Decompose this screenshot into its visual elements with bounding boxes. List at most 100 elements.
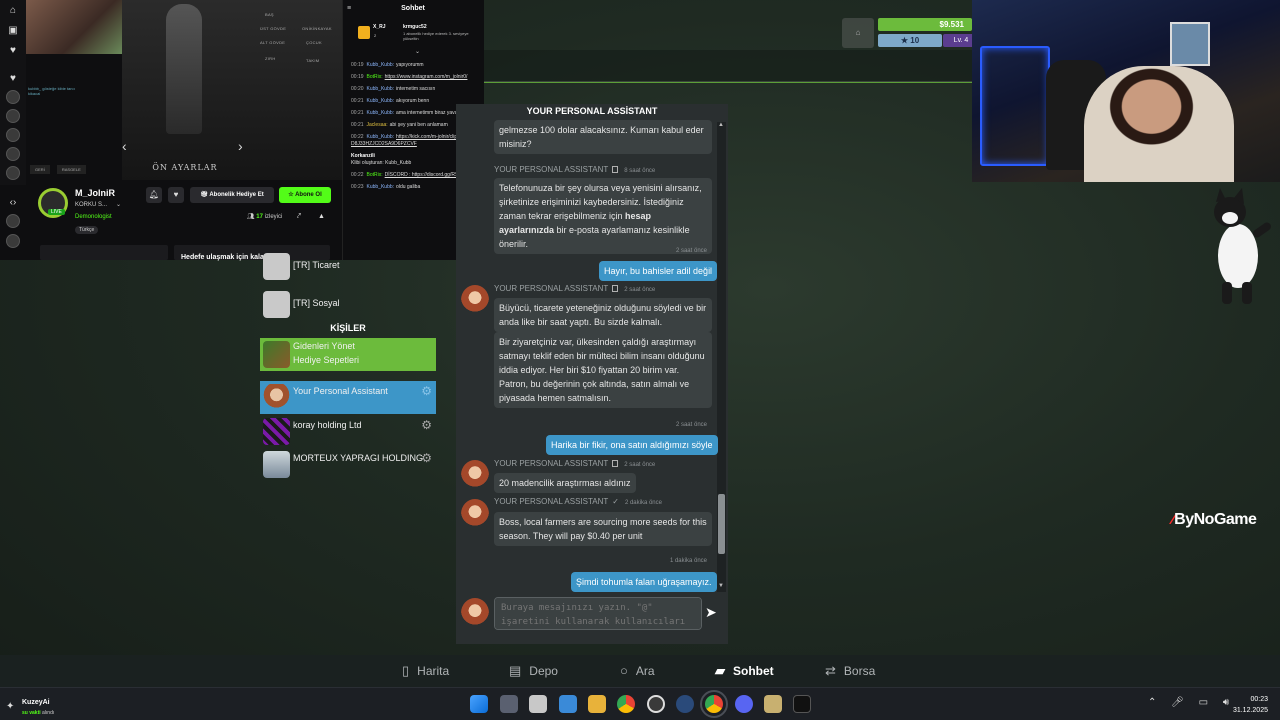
following-icon[interactable]: ♥ — [6, 72, 20, 86]
chat-line-time: 00:20 — [351, 86, 364, 92]
chrome-active-icon[interactable] — [700, 690, 728, 718]
channel-avatar-4[interactable] — [6, 147, 20, 161]
back-button[interactable]: GERİ — [30, 165, 50, 174]
warning-icon[interactable]: ▲ — [318, 213, 325, 220]
contact-group-sosyal[interactable]: [TR] Sosyal — [260, 288, 436, 321]
character-figure — [166, 4, 202, 134]
app-icon[interactable] — [647, 695, 665, 713]
stream-category[interactable]: Demonologist — [75, 214, 112, 220]
chat-line-time: 00:21 — [351, 110, 364, 116]
subscribe-button[interactable]: ☆ Abone Ol — [279, 187, 331, 203]
store-app-icon[interactable] — [559, 695, 577, 713]
message-sender: YOUR PERSONAL ASSISTANT — [494, 459, 609, 468]
contact-group-ticaret[interactable]: [TR] Ticaret — [260, 250, 436, 283]
copy-icon[interactable] — [612, 460, 619, 467]
contact-gift-baskets[interactable]: Gidenleri Yönet Hediye Sepetleri — [260, 338, 436, 371]
message-meta: YOUR PERSONAL ASSISTANT 8 saat önce — [494, 165, 655, 174]
streamer-name[interactable]: M_JolniR — [75, 188, 115, 198]
gear-icon[interactable]: ⚙ — [421, 384, 432, 398]
widget-title[interactable]: KuzeyAi — [22, 699, 50, 706]
viewer-count: 👥︎ 17 izleyici — [247, 214, 283, 220]
gift-user[interactable]: X_RJ — [373, 24, 386, 30]
game-app-icon[interactable] — [793, 695, 811, 713]
truck-icon — [263, 451, 290, 478]
chat-line-message: internetim sacısın — [396, 86, 436, 92]
chat-line-user[interactable]: Kubb_Kubb: — [367, 62, 395, 68]
contact-koray-holding[interactable]: koray holding Ltd ⚙ — [260, 415, 436, 448]
chat-line-user[interactable]: Jaclesaa: — [367, 122, 388, 128]
channel-avatar-1[interactable] — [6, 90, 20, 104]
search-icon: ○ — [620, 663, 628, 678]
task-view-icon[interactable] — [500, 695, 518, 713]
subscribe-label: Abone Ol — [295, 192, 322, 198]
nav-label: Harita — [417, 664, 450, 678]
nav-exchange[interactable]: ⇄ Borsa — [825, 663, 875, 679]
chat-line-time: 00:22 — [351, 134, 364, 140]
gear-icon[interactable]: ⚙ — [421, 418, 432, 432]
chevron-down-icon[interactable]: ⌄ — [415, 48, 420, 55]
nav-map[interactable]: ▯ Harita — [402, 663, 449, 679]
chrome-icon[interactable] — [617, 695, 635, 713]
chat-line-user[interactable]: Kubb_Kubb: — [367, 134, 395, 140]
channel-avatar-6[interactable] — [6, 214, 20, 228]
heart-icon[interactable]: ♥ — [168, 187, 184, 203]
scroll-down-icon[interactable]: ▼ — [718, 583, 724, 589]
chat-line-user[interactable]: BotRix: — [367, 74, 383, 80]
nav-warehouse[interactable]: ▤ Depo — [509, 663, 558, 679]
money-bag-icon — [263, 253, 290, 280]
chat-scroll-thumb[interactable] — [718, 494, 725, 554]
send-icon[interactable]: ➤ — [705, 604, 717, 621]
weather-icon[interactable]: ✦ — [6, 701, 14, 712]
gift-user[interactable]: krmguc52 — [403, 24, 427, 30]
channel-avatar-2[interactable] — [6, 109, 20, 123]
channel-avatar-7[interactable] — [6, 234, 20, 248]
system-tray[interactable]: ⌃ 🎤︎ ▭ 🔊︎ — [1148, 697, 1235, 708]
chevron-down-icon[interactable]: ⌄ — [116, 201, 121, 208]
random-button[interactable]: RASGELE — [56, 165, 86, 174]
discord-icon[interactable] — [735, 695, 753, 713]
message-input[interactable] — [494, 597, 702, 630]
chat-line-user[interactable]: Kubb_Kubb: — [367, 184, 395, 190]
scroll-up-icon[interactable]: ▲ — [718, 122, 724, 128]
contact-morteux-holding[interactable]: MORTEUX YAPRAGI HOLDING ⚙ — [260, 448, 436, 481]
chat-line-user[interactable]: Kubb_Kubb: — [367, 86, 395, 92]
next-arrow-icon[interactable]: › — [238, 138, 243, 154]
contact-label: [TR] Sosyal — [293, 298, 340, 308]
contact-personal-assistant[interactable]: Your Personal Assistant ⚙ — [260, 381, 436, 414]
copy-icon[interactable] — [612, 166, 619, 173]
channel-avatar-5[interactable] — [6, 166, 20, 180]
browse-icon[interactable]: ▣ — [6, 24, 20, 38]
message-text: Telefonunuza bir şey olursa veya yenisin… — [499, 183, 702, 221]
share-icon[interactable]: ⤤ — [297, 213, 301, 221]
stream-sidebar: ⌂ ▣ ♥ ♥ ‹› — [0, 0, 26, 248]
chat-line-time: 00:21 — [351, 122, 364, 128]
gift-subscription-button[interactable]: 🎁︎ Abonelik Hediye Et — [190, 187, 274, 203]
steam-icon[interactable] — [676, 695, 694, 713]
bell-icon[interactable]: 🔔︎ — [146, 187, 162, 203]
contact-label: koray holding Ltd — [293, 420, 362, 430]
gear-icon[interactable]: ⚙ — [421, 451, 432, 465]
app-icon[interactable] — [764, 695, 782, 713]
nav-search[interactable]: ○ Ara — [620, 663, 655, 678]
windows-start-icon[interactable] — [470, 695, 488, 713]
chat-line-user[interactable]: Kubb_Kubb: — [367, 98, 395, 104]
game-menu-item: TAKIM — [306, 58, 320, 63]
heart-icon[interactable]: ♥ — [6, 44, 20, 58]
nav-label: Ara — [635, 664, 655, 678]
chat-line-message: yapıyorumm — [396, 62, 424, 68]
clock[interactable]: 00:23 31.12.2025 — [1224, 694, 1268, 716]
preview-buttons: GERİ RASGELE — [30, 162, 90, 174]
nav-chat[interactable]: ▰ Sohbet — [715, 663, 774, 679]
company-avatar-icon[interactable]: ⌂ — [842, 18, 874, 48]
language-tag[interactable]: Türkçe — [75, 226, 99, 234]
chat-line-message[interactable]: https://www.instagram.com/m_jolnir0/ — [385, 74, 468, 80]
photos-app-icon[interactable] — [529, 695, 547, 713]
channel-avatar-3[interactable] — [6, 128, 20, 142]
file-explorer-icon[interactable] — [588, 695, 606, 713]
collapse-icon[interactable]: ‹› — [6, 196, 20, 210]
home-icon[interactable]: ⌂ — [6, 4, 20, 18]
prev-arrow-icon[interactable]: ‹ — [122, 138, 127, 154]
chat-line-user[interactable]: BotRix: — [367, 172, 383, 178]
chat-line-user[interactable]: Kubb_Kubb: — [367, 110, 395, 116]
copy-icon[interactable] — [612, 285, 619, 292]
